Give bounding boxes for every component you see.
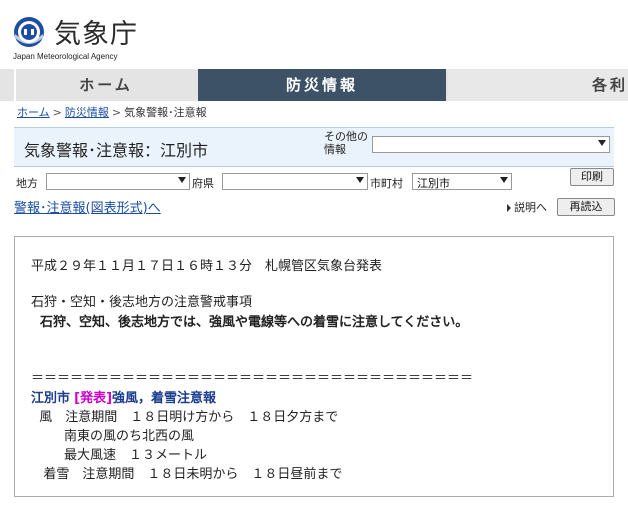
- reload-button[interactable]: 再読込: [557, 198, 615, 216]
- region-select[interactable]: [46, 173, 190, 190]
- prefecture-label: 府県: [192, 177, 214, 190]
- city-value: 江別市: [417, 177, 450, 190]
- explain-label: 説明へ: [514, 201, 547, 214]
- title-box: 気象警報･注意報：江別市 その他の情報: [14, 127, 614, 167]
- separator-line: ＝＝＝＝＝＝＝＝＝＝＝＝＝＝＝＝＝＝＝＝＝＝＝＝＝＝＝＝＝＝＝＝＝＝: [31, 371, 474, 386]
- wind-direction: 南東の風のち北西の風: [31, 429, 195, 444]
- chevron-down-icon: [598, 140, 606, 146]
- city-name: 江別市: [31, 391, 71, 406]
- snow-period: 着雪 注意期間 １８日未明から １８日昼前まで: [31, 467, 343, 482]
- issued-text: 平成２９年１１月１７日１６時１３分 札幌管区気象台発表: [31, 259, 383, 274]
- page-title: 気象警報･注意報：江別市: [24, 141, 209, 160]
- filter-row: 地方 府県 市町村 江別市: [14, 172, 614, 192]
- site-title[interactable]: 気象庁: [54, 12, 138, 51]
- notice-title: 石狩・空知・後志地方の注意警戒事項: [31, 295, 253, 310]
- chevron-down-icon: [356, 177, 364, 183]
- warning-names: 強風，着雪注意報: [112, 391, 217, 406]
- jma-logo-icon[interactable]: [13, 16, 45, 48]
- hassei-badge: [発表]: [74, 391, 113, 406]
- wind-speed: 最大風速 １３メートル: [31, 448, 208, 463]
- notice-body: 石狩、空知、後志地方では、強風や電線等への着雪に注意してください。: [31, 315, 469, 330]
- region-label: 地方: [16, 177, 38, 190]
- site-header: 気象庁 Japan Meteorological Agency: [0, 0, 628, 68]
- nav-more[interactable]: 各利: [448, 69, 628, 101]
- city-warning-line: 江別市 [発表]強風，着雪注意報: [31, 387, 216, 406]
- site-subtitle: Japan Meteorological Agency: [13, 52, 118, 61]
- wind-period: 風 注意期間 １８日明け方から １８日夕方まで: [31, 410, 339, 425]
- nav-bosai[interactable]: 防災情報: [198, 69, 446, 101]
- city-label: 市町村: [370, 177, 403, 190]
- other-info-select[interactable]: [372, 136, 610, 153]
- city-select[interactable]: 江別市: [412, 173, 512, 190]
- breadcrumb-separator: >: [52, 106, 62, 119]
- breadcrumb-current: 気象警報･注意報: [124, 106, 207, 119]
- breadcrumb-separator: >: [111, 106, 122, 119]
- chevron-down-icon: [178, 177, 186, 183]
- main-nav: ホーム 防災情報 各利: [0, 69, 628, 101]
- breadcrumb-bosai[interactable]: 防災情報: [65, 106, 109, 119]
- prefecture-select[interactable]: [222, 173, 368, 190]
- breadcrumb-home[interactable]: ホーム: [17, 106, 50, 119]
- warning-content-panel: 平成２９年１１月１７日１６時１３分 札幌管区気象台発表 石狩・空知・後志地方の注…: [14, 236, 614, 497]
- chevron-down-icon: [500, 177, 508, 183]
- breadcrumb: ホーム > 防災情報 > 気象警報･注意報: [17, 104, 207, 120]
- nav-home[interactable]: ホーム: [14, 69, 196, 101]
- other-info-label: その他の情報: [324, 130, 368, 156]
- arrow-right-icon: [507, 204, 511, 212]
- explain-link[interactable]: 説明へ: [507, 199, 547, 215]
- chart-format-link[interactable]: 警報･注意報(図表形式)へ: [14, 197, 161, 216]
